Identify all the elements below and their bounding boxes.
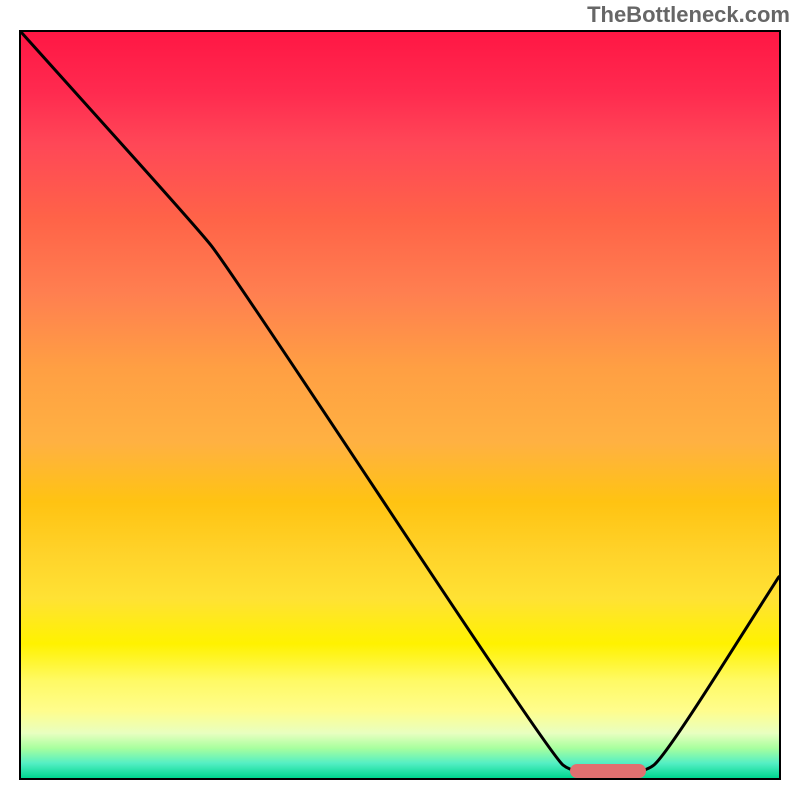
bottleneck-curve [21, 32, 779, 778]
chart-area [19, 30, 781, 780]
optimal-range-marker [570, 764, 646, 778]
watermark-text: TheBottleneck.com [587, 2, 790, 28]
